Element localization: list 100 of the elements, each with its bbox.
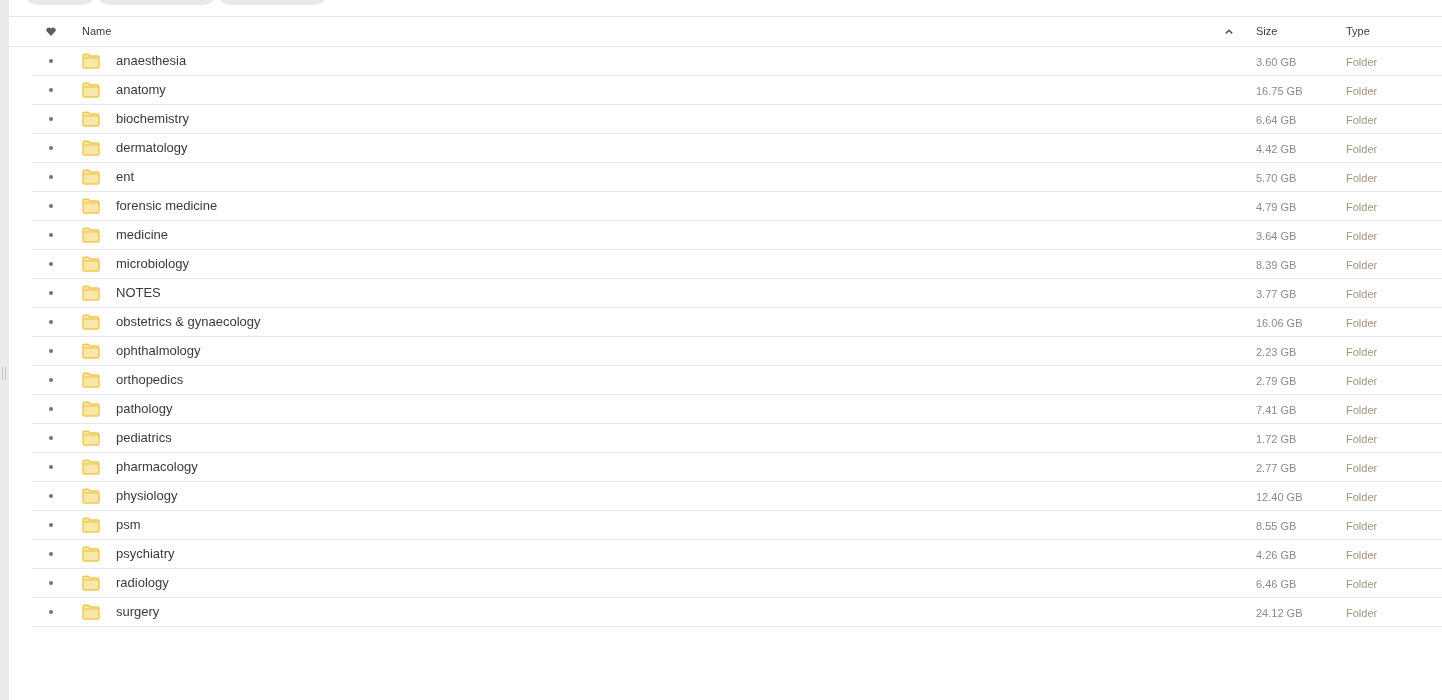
file-type: Folder [1346,201,1378,213]
file-size: 8.39 GB [1256,259,1297,271]
file-name[interactable]: pediatrics [116,428,172,448]
file-type: Folder [1346,85,1378,97]
folder-icon [82,517,100,533]
file-name[interactable]: physiology [116,486,178,506]
file-type: Folder [1346,143,1378,155]
file-name[interactable]: ent [116,167,135,187]
file-name[interactable]: ophthalmology [116,341,201,361]
file-size: 5.70 GB [1256,172,1297,184]
folder-icon [82,314,100,330]
bullet-icon [49,581,53,585]
bullet-icon [49,552,53,556]
file-type: Folder [1346,433,1378,445]
file-size: 7.41 GB [1256,404,1297,416]
file-name[interactable]: medicine [116,225,169,245]
bullet-icon [49,610,53,614]
column-header[interactable]: Name [82,23,112,40]
file-name[interactable]: pathology [116,399,173,419]
file-type: Folder [1346,56,1378,68]
heart-icon[interactable] [46,27,56,36]
file-size: 12.40 GB [1256,491,1303,503]
bullet-icon [49,378,53,382]
file-size: 4.42 GB [1256,143,1297,155]
file-name[interactable]: psychiatry [116,544,175,564]
bullet-icon [49,146,53,150]
folder-icon [82,546,100,562]
file-name[interactable]: orthopedics [116,370,184,390]
folder-icon [82,169,100,185]
file-name[interactable]: obstetrics & gynaecology [116,312,261,332]
file-size: 2.23 GB [1256,346,1297,358]
folder-icon [82,82,100,98]
bullet-icon [49,494,53,498]
sort-caret-icon[interactable] [1225,29,1233,34]
file-size: 16.75 GB [1256,85,1303,97]
file-type: Folder [1346,491,1378,503]
file-size: 24.12 GB [1256,607,1303,619]
bullet-icon [49,407,53,411]
file-name[interactable]: microbiology [116,254,189,274]
file-type: Folder [1346,607,1378,619]
bullet-icon [49,233,53,237]
file-name[interactable]: anatomy [116,80,166,100]
folder-icon [82,401,100,417]
folder-icon [82,372,100,388]
bullet-icon [49,117,53,121]
file-size: 3.77 GB [1256,288,1297,300]
folder-icon [82,575,100,591]
file-type: Folder [1346,317,1378,329]
folder-icon [82,459,100,475]
file-name[interactable]: pharmacology [116,457,198,477]
bullet-icon [49,523,53,527]
file-name[interactable]: dermatology [116,138,188,158]
file-type: Folder [1346,462,1378,474]
file-size: 2.77 GB [1256,462,1297,474]
file-size: 16.06 GB [1256,317,1303,329]
file-size: 2.79 GB [1256,375,1297,387]
file-size: 4.26 GB [1256,549,1297,561]
bullet-icon [49,88,53,92]
file-size: 3.60 GB [1256,56,1297,68]
file-type: Folder [1346,375,1378,387]
bullet-icon [49,262,53,266]
file-name[interactable]: anaesthesia [116,51,187,71]
bullet-icon [49,349,53,353]
file-type: Folder [1346,346,1378,358]
file-size: 6.46 GB [1256,578,1297,590]
bullet-icon [49,175,53,179]
folder-icon [82,604,100,620]
folder-icon [82,285,100,301]
file-name[interactable]: surgery [116,602,160,622]
file-size: 1.72 GB [1256,433,1297,445]
file-name[interactable]: psm [116,515,141,535]
file-size: 6.64 GB [1256,114,1297,126]
folder-icon [82,198,100,214]
folder-icon [82,53,100,69]
resize-handle[interactable] [2,367,6,380]
file-type: Folder [1346,288,1378,300]
folder-icon [82,227,100,243]
file-type: Folder [1346,259,1378,271]
bullet-icon [49,465,53,469]
file-type: Folder [1346,172,1378,184]
file-name[interactable]: radiology [116,573,169,593]
file-name[interactable]: forensic medicine [116,196,218,216]
file-type: Folder [1346,404,1378,416]
file-size: 4.79 GB [1256,201,1297,213]
file-size: 8.55 GB [1256,520,1297,532]
column-header[interactable]: Type [1346,23,1370,40]
column-header[interactable]: Size [1256,23,1278,40]
file-type: Folder [1346,578,1378,590]
file-type: Folder [1346,114,1378,126]
file-name[interactable]: NOTES [116,283,161,303]
file-size: 3.64 GB [1256,230,1297,242]
bullet-icon [49,291,53,295]
file-type: Folder [1346,549,1378,561]
file-name[interactable]: biochemistry [116,109,189,129]
file-type: Folder [1346,230,1378,242]
folder-icon [82,488,100,504]
bullet-icon [49,436,53,440]
file-type: Folder [1346,520,1378,532]
folder-icon [82,111,100,127]
bullet-icon [49,320,53,324]
